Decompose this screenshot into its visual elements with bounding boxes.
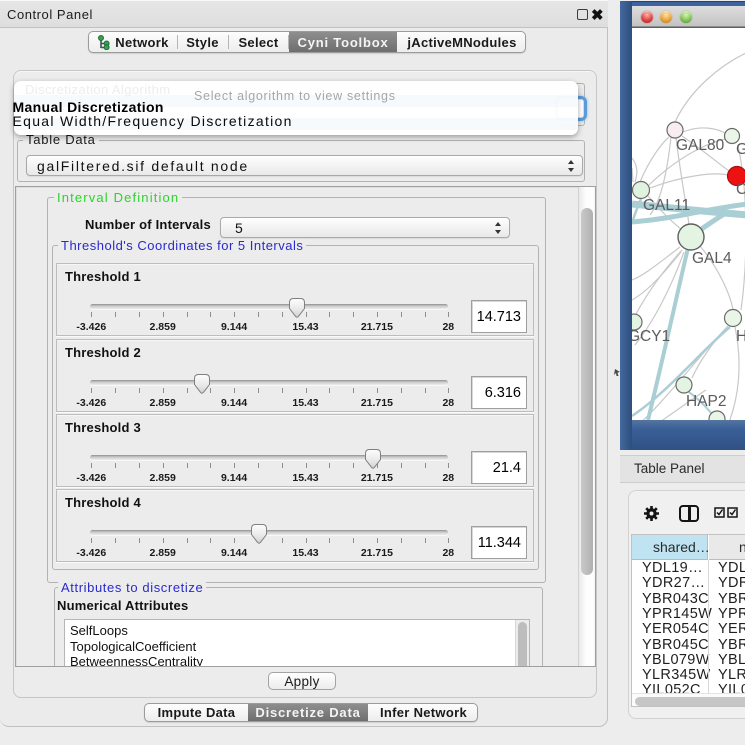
svg-text:CR: CR [736,181,745,198]
svg-text:GCY1: GCY1 [632,328,670,345]
svg-text:HI: HI [736,328,745,345]
svg-text:HAP2: HAP2 [686,393,727,410]
svg-text:GAL80: GAL80 [676,137,725,154]
svg-text:GAL4: GAL4 [692,250,732,267]
svg-text:GAL11: GAL11 [643,197,690,214]
svg-text:GA: GA [736,141,745,158]
